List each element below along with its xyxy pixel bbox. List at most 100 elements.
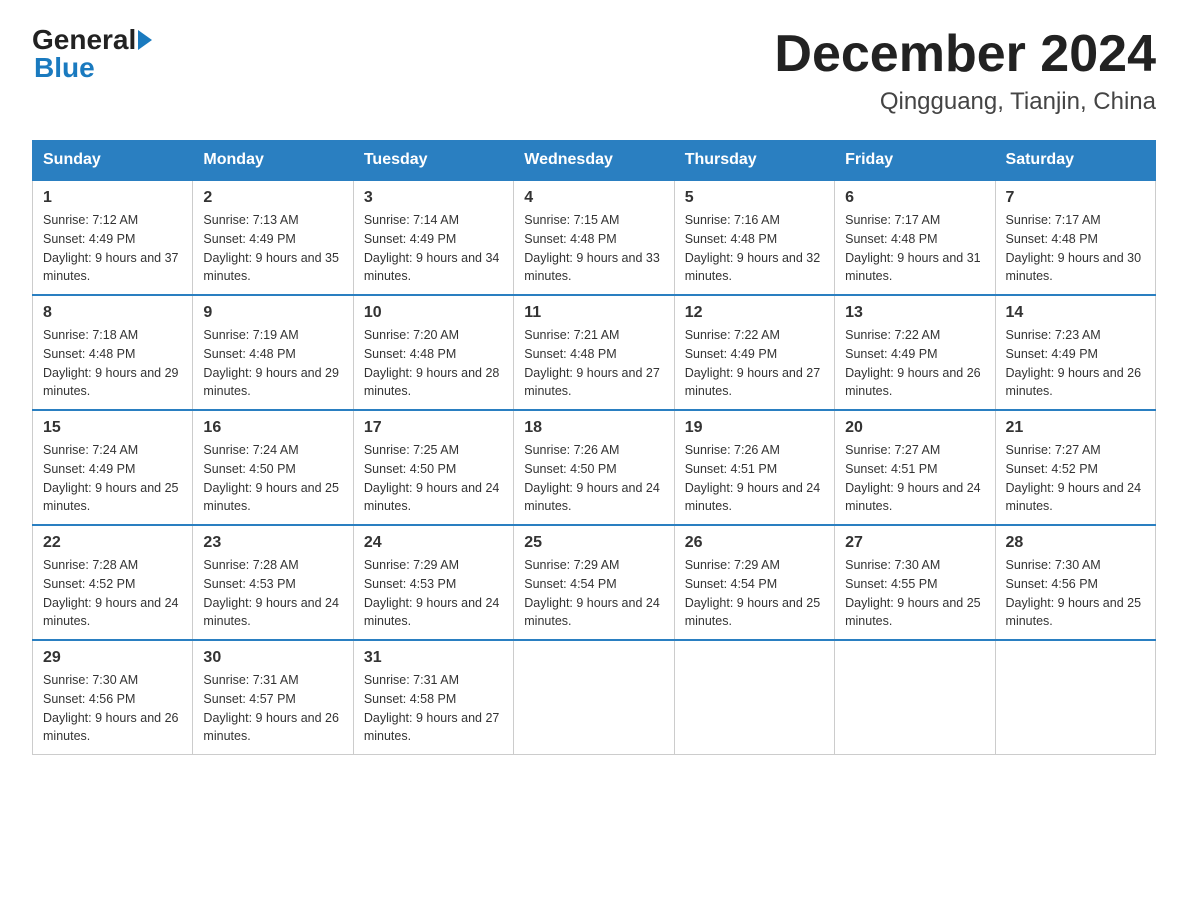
day-cell-19: 19 Sunrise: 7:26 AMSunset: 4:51 PMDayligh… <box>674 410 834 525</box>
day-number: 26 <box>685 534 824 552</box>
day-info: Sunrise: 7:17 AMSunset: 4:48 PMDaylight:… <box>1006 211 1145 286</box>
day-number: 30 <box>203 649 342 667</box>
logo: General Blue <box>32 24 152 84</box>
day-cell-22: 22 Sunrise: 7:28 AMSunset: 4:52 PMDayligh… <box>33 525 193 640</box>
column-header-friday: Friday <box>835 141 995 181</box>
day-info: Sunrise: 7:29 AMSunset: 4:53 PMDaylight:… <box>364 556 503 631</box>
day-info: Sunrise: 7:12 AMSunset: 4:49 PMDaylight:… <box>43 211 182 286</box>
page-subtitle: Qingguang, Tianjin, China <box>774 88 1156 116</box>
day-number: 22 <box>43 534 182 552</box>
day-info: Sunrise: 7:18 AMSunset: 4:48 PMDaylight:… <box>43 326 182 401</box>
day-number: 2 <box>203 189 342 207</box>
day-info: Sunrise: 7:31 AMSunset: 4:58 PMDaylight:… <box>364 671 503 746</box>
day-info: Sunrise: 7:21 AMSunset: 4:48 PMDaylight:… <box>524 326 663 401</box>
calendar-table: SundayMondayTuesdayWednesdayThursdayFrid… <box>32 140 1156 755</box>
day-number: 7 <box>1006 189 1145 207</box>
day-number: 13 <box>845 304 984 322</box>
day-number: 16 <box>203 419 342 437</box>
day-info: Sunrise: 7:13 AMSunset: 4:49 PMDaylight:… <box>203 211 342 286</box>
week-row-4: 22 Sunrise: 7:28 AMSunset: 4:52 PMDayligh… <box>33 525 1156 640</box>
day-number: 28 <box>1006 534 1145 552</box>
day-cell-20: 20Sunrise: 7:27 AMSunset: 4:51 PMDayligh… <box>835 410 995 525</box>
week-row-3: 15 Sunrise: 7:24 AMSunset: 4:49 PMDayligh… <box>33 410 1156 525</box>
day-cell-11: 11 Sunrise: 7:21 AMSunset: 4:48 PMDayligh… <box>514 295 674 410</box>
day-cell-21: 21 Sunrise: 7:27 AMSunset: 4:52 PMDayligh… <box>995 410 1155 525</box>
day-info: Sunrise: 7:22 AMSunset: 4:49 PMDaylight:… <box>845 326 984 401</box>
column-header-thursday: Thursday <box>674 141 834 181</box>
day-cell-18: 18 Sunrise: 7:26 AMSunset: 4:50 PMDayligh… <box>514 410 674 525</box>
day-cell-17: 17Sunrise: 7:25 AMSunset: 4:50 PMDayligh… <box>353 410 513 525</box>
day-cell-29: 29 Sunrise: 7:30 AMSunset: 4:56 PMDayligh… <box>33 640 193 755</box>
day-info: Sunrise: 7:26 AMSunset: 4:51 PMDaylight:… <box>685 441 824 516</box>
day-cell-28: 28 Sunrise: 7:30 AMSunset: 4:56 PMDayligh… <box>995 525 1155 640</box>
day-cell-6: 6Sunrise: 7:17 AMSunset: 4:48 PMDaylight… <box>835 180 995 295</box>
page-title: December 2024 <box>774 24 1156 84</box>
logo-blue-text: Blue <box>34 52 95 84</box>
day-info: Sunrise: 7:30 AMSunset: 4:56 PMDaylight:… <box>1006 556 1145 631</box>
day-cell-3: 3 Sunrise: 7:14 AMSunset: 4:49 PMDaylight… <box>353 180 513 295</box>
day-number: 15 <box>43 419 182 437</box>
day-number: 24 <box>364 534 503 552</box>
column-header-monday: Monday <box>193 141 353 181</box>
day-info: Sunrise: 7:28 AMSunset: 4:52 PMDaylight:… <box>43 556 182 631</box>
day-info: Sunrise: 7:28 AMSunset: 4:53 PMDaylight:… <box>203 556 342 631</box>
logo-arrow-icon <box>138 30 152 50</box>
day-cell-23: 23 Sunrise: 7:28 AMSunset: 4:53 PMDayligh… <box>193 525 353 640</box>
day-info: Sunrise: 7:31 AMSunset: 4:57 PMDaylight:… <box>203 671 342 746</box>
title-block: December 2024 Qingguang, Tianjin, China <box>774 24 1156 116</box>
day-number: 29 <box>43 649 182 667</box>
day-info: Sunrise: 7:27 AMSunset: 4:52 PMDaylight:… <box>1006 441 1145 516</box>
day-info: Sunrise: 7:22 AMSunset: 4:49 PMDaylight:… <box>685 326 824 401</box>
day-number: 12 <box>685 304 824 322</box>
day-number: 10 <box>364 304 503 322</box>
day-cell-25: 25Sunrise: 7:29 AMSunset: 4:54 PMDayligh… <box>514 525 674 640</box>
day-info: Sunrise: 7:24 AMSunset: 4:50 PMDaylight:… <box>203 441 342 516</box>
day-info: Sunrise: 7:23 AMSunset: 4:49 PMDaylight:… <box>1006 326 1145 401</box>
day-info: Sunrise: 7:24 AMSunset: 4:49 PMDaylight:… <box>43 441 182 516</box>
day-number: 8 <box>43 304 182 322</box>
day-cell-2: 2 Sunrise: 7:13 AMSunset: 4:49 PMDaylight… <box>193 180 353 295</box>
day-info: Sunrise: 7:15 AMSunset: 4:48 PMDaylight:… <box>524 211 663 286</box>
week-row-2: 8 Sunrise: 7:18 AMSunset: 4:48 PMDaylight… <box>33 295 1156 410</box>
day-info: Sunrise: 7:29 AMSunset: 4:54 PMDaylight:… <box>524 556 663 631</box>
day-number: 11 <box>524 304 663 322</box>
day-cell-5: 5 Sunrise: 7:16 AMSunset: 4:48 PMDaylight… <box>674 180 834 295</box>
page-header: General Blue December 2024 Qingguang, Ti… <box>32 24 1156 116</box>
day-number: 4 <box>524 189 663 207</box>
day-number: 21 <box>1006 419 1145 437</box>
day-cell-13: 13 Sunrise: 7:22 AMSunset: 4:49 PMDayligh… <box>835 295 995 410</box>
day-cell-1: 1 Sunrise: 7:12 AMSunset: 4:49 PMDaylight… <box>33 180 193 295</box>
day-cell-10: 10Sunrise: 7:20 AMSunset: 4:48 PMDayligh… <box>353 295 513 410</box>
day-number: 17 <box>364 419 503 437</box>
day-info: Sunrise: 7:16 AMSunset: 4:48 PMDaylight:… <box>685 211 824 286</box>
day-number: 9 <box>203 304 342 322</box>
day-number: 18 <box>524 419 663 437</box>
day-number: 14 <box>1006 304 1145 322</box>
day-cell-4: 4 Sunrise: 7:15 AMSunset: 4:48 PMDaylight… <box>514 180 674 295</box>
empty-cell <box>514 640 674 755</box>
calendar-header-row: SundayMondayTuesdayWednesdayThursdayFrid… <box>33 141 1156 181</box>
day-number: 23 <box>203 534 342 552</box>
day-info: Sunrise: 7:30 AMSunset: 4:55 PMDaylight:… <box>845 556 984 631</box>
day-cell-30: 30 Sunrise: 7:31 AMSunset: 4:57 PMDayligh… <box>193 640 353 755</box>
empty-cell <box>674 640 834 755</box>
day-cell-24: 24 Sunrise: 7:29 AMSunset: 4:53 PMDayligh… <box>353 525 513 640</box>
day-info: Sunrise: 7:30 AMSunset: 4:56 PMDaylight:… <box>43 671 182 746</box>
day-number: 27 <box>845 534 984 552</box>
empty-cell <box>995 640 1155 755</box>
day-number: 3 <box>364 189 503 207</box>
day-number: 20 <box>845 419 984 437</box>
day-number: 6 <box>845 189 984 207</box>
week-row-5: 29 Sunrise: 7:30 AMSunset: 4:56 PMDayligh… <box>33 640 1156 755</box>
day-cell-14: 14 Sunrise: 7:23 AMSunset: 4:49 PMDayligh… <box>995 295 1155 410</box>
day-cell-16: 16 Sunrise: 7:24 AMSunset: 4:50 PMDayligh… <box>193 410 353 525</box>
day-number: 5 <box>685 189 824 207</box>
day-cell-26: 26 Sunrise: 7:29 AMSunset: 4:54 PMDayligh… <box>674 525 834 640</box>
day-number: 19 <box>685 419 824 437</box>
day-info: Sunrise: 7:26 AMSunset: 4:50 PMDaylight:… <box>524 441 663 516</box>
day-cell-8: 8 Sunrise: 7:18 AMSunset: 4:48 PMDaylight… <box>33 295 193 410</box>
day-info: Sunrise: 7:29 AMSunset: 4:54 PMDaylight:… <box>685 556 824 631</box>
day-info: Sunrise: 7:14 AMSunset: 4:49 PMDaylight:… <box>364 211 503 286</box>
day-info: Sunrise: 7:19 AMSunset: 4:48 PMDaylight:… <box>203 326 342 401</box>
day-number: 1 <box>43 189 182 207</box>
